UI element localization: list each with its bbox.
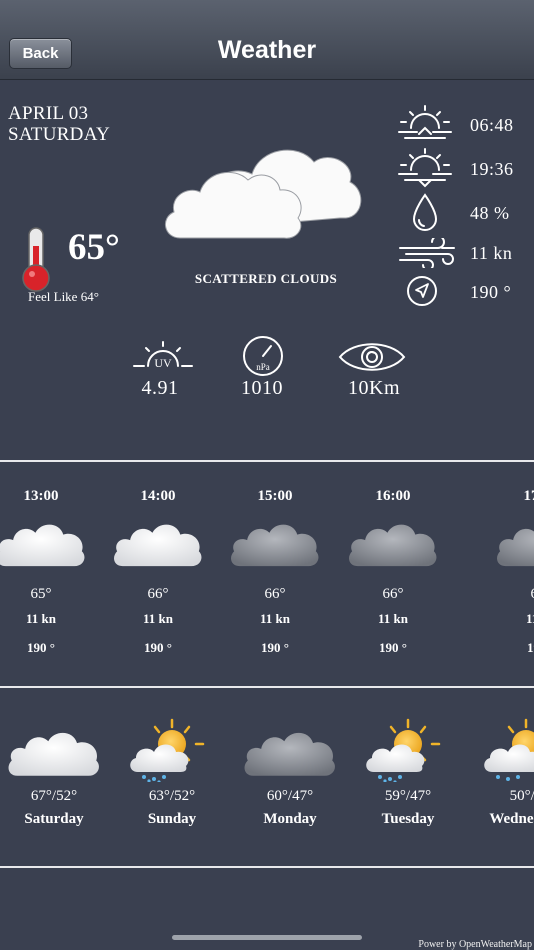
light-cloud-icon (8, 732, 99, 776)
hour-wind-direction: 190 ° (261, 640, 289, 655)
dark-cloud-icon (493, 516, 534, 568)
thermometer-icon (22, 227, 50, 292)
hour-wind-speed: 11 kn (526, 611, 534, 626)
hour-wind-speed: 11 kn (378, 611, 408, 626)
sun-cloud-rain-icon (130, 718, 205, 784)
powered-by-attribution: Power by OpenWeatherMap (418, 939, 532, 950)
pressure-gauge-icon: nPa (243, 336, 283, 376)
dark-cloud-icon (345, 516, 441, 568)
day-name: Tuesday (381, 811, 435, 827)
daily-item: 50°/4 Wednesday (467, 716, 534, 828)
hourly-item: 15:00 66° 11 kn 190 ° (216, 480, 334, 656)
sunset-time: 19:36 (470, 159, 514, 179)
hour-temperature: 65° (30, 586, 52, 602)
light-cloud-icon (110, 516, 206, 568)
hour-wind-speed: 11 kn (143, 611, 173, 626)
wind-direction: 190 ° (470, 282, 512, 302)
hour-wind-direction: 190 ° (144, 640, 172, 655)
divider (0, 686, 534, 688)
hour-time: 17:00 (523, 488, 534, 504)
daily-item: 60°/47° Monday (231, 716, 349, 828)
current-temperature: 65° (68, 227, 120, 268)
hour-time: 13:00 (23, 488, 59, 504)
hour-wind-speed: 11 kn (26, 611, 56, 626)
home-indicator[interactable] (172, 935, 362, 940)
day-temperature-range: 60°/47° (266, 788, 314, 804)
hour-time: 16:00 (375, 488, 411, 504)
day-temperature-range: 63°/52° (148, 788, 196, 804)
uv-label: UV (154, 356, 172, 370)
dark-cloud-icon (227, 516, 323, 568)
uv-index-icon: UV (133, 341, 193, 370)
day-name: Monday (263, 811, 317, 827)
day-temperature-range: 50°/4 (509, 788, 534, 804)
hour-temperature: 66° (147, 586, 169, 602)
hour-wind-direction: 190 ° (27, 640, 55, 655)
wind-direction-icon (407, 276, 437, 306)
hour-time: 15:00 (257, 488, 293, 504)
day-name: Wednesday (489, 811, 534, 827)
uv-index-value: 4.91 (141, 377, 179, 399)
date-label: APRIL 03 (8, 103, 89, 124)
hourly-item: 14:00 66° 11 kn 190 ° (99, 480, 217, 656)
sunrise-icon (398, 105, 452, 139)
hour-wind-direction: 190 ° (527, 640, 534, 655)
hour-temperature: 64° (482, 586, 534, 603)
humidity-value: 48 % (470, 203, 510, 223)
hour-wind-direction: 190 ° (379, 640, 407, 655)
day-temperature-range: 59°/47° (384, 788, 432, 804)
pressure-value: 1010 (241, 377, 283, 399)
hourly-item: 16:00 66° 11 kn 190 ° (334, 480, 452, 656)
pressure-unit: nPa (256, 362, 270, 372)
hourly-item: 17:00 64° 11 kn 190 ° (452, 480, 534, 656)
hour-temperature: 66° (382, 586, 404, 602)
weekday-label: SATURDAY (8, 124, 111, 145)
sun-cloud-rain-icon (484, 718, 534, 781)
scattered-clouds-icon (165, 149, 362, 239)
daily-item: 59°/47° Tuesday (349, 716, 467, 828)
condition-label: SCATTERED CLOUDS (194, 271, 338, 286)
visibility-value: 10Km (348, 377, 400, 399)
humidity-icon (412, 193, 438, 231)
navigation-bar: Back Weather (0, 0, 534, 80)
wind-speed: 11 kn (470, 243, 513, 263)
hour-time: 14:00 (140, 488, 176, 504)
light-cloud-icon (0, 516, 89, 568)
divider (0, 866, 534, 868)
sunrise-time: 06:48 (470, 115, 514, 135)
sunset-icon (398, 148, 452, 188)
day-temperature-range: 67°/52° (30, 788, 78, 804)
feels-like: Feel Like 64° (28, 289, 99, 304)
day-name: Saturday (24, 811, 84, 827)
wind-icon (399, 238, 455, 268)
page-title: Weather (217, 36, 317, 64)
divider (0, 460, 534, 462)
hour-wind-speed: 11 kn (260, 611, 290, 626)
visibility-eye-icon (338, 343, 406, 371)
daily-item: 67°/52° Saturday (0, 716, 113, 828)
daily-item: 63°/52° Sunday (113, 716, 231, 828)
sun-cloud-rain-icon (366, 718, 441, 784)
hourly-item: 13:00 65° 11 kn 190 ° (0, 480, 100, 656)
current-date: APRIL 03 SATURDAY (8, 103, 110, 145)
dark-cloud-icon (244, 732, 335, 776)
hour-temperature: 66° (264, 586, 286, 602)
day-name: Sunday (147, 811, 197, 827)
